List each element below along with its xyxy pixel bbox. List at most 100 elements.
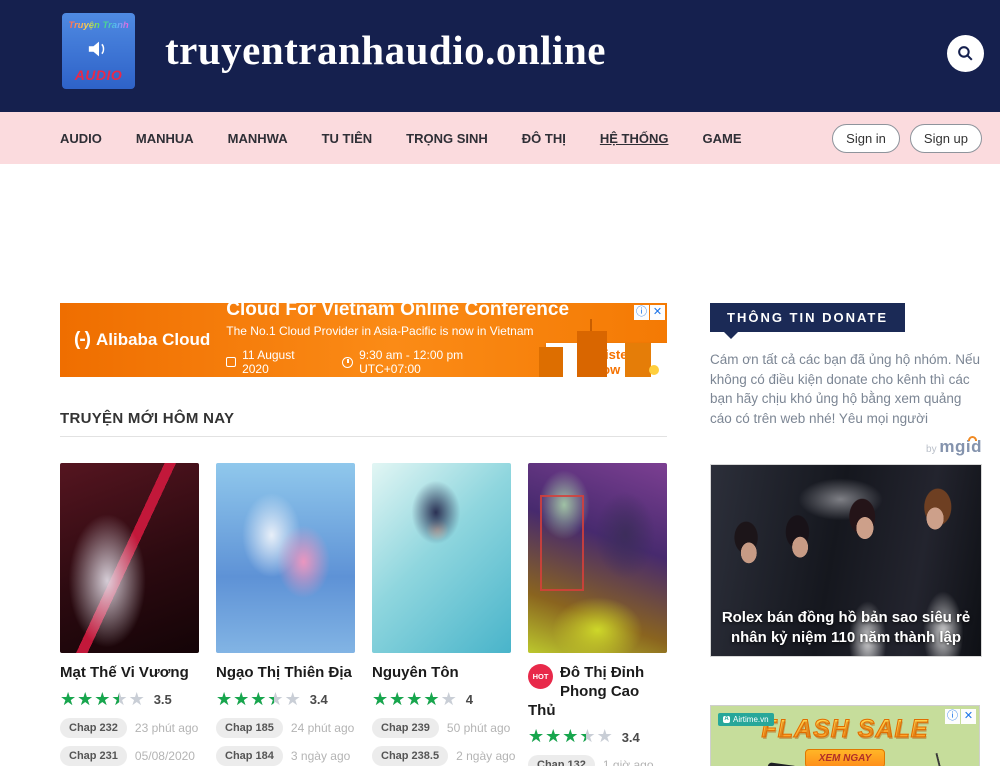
ad-time: 9:30 am - 12:00 pm UTC+07:00 <box>359 348 524 376</box>
donate-heading: THÔNG TIN DONATE <box>710 303 905 332</box>
advertiser-name: Airtime.vn <box>733 715 769 724</box>
site-logo[interactable]: Truyện Tranh AUDIO <box>62 13 135 89</box>
speaker-icon <box>87 39 111 59</box>
nav-item-do-thi[interactable]: ĐÔ THỊ <box>522 131 566 146</box>
alibaba-cloud-logo: (-) Alibaba Cloud <box>60 329 222 351</box>
search-icon <box>956 44 975 63</box>
comic-card-grid: Mạt Thế Vi Vương ★★★★★★★★★★ 3.5 Chap 232… <box>60 463 667 766</box>
alibaba-brand-name: Alibaba Cloud <box>96 330 210 350</box>
tree-icon <box>649 365 659 375</box>
sign-in-button[interactable]: Sign in <box>832 124 900 153</box>
chapter-chip[interactable]: Chap 231 <box>60 746 127 766</box>
chapter-time: 23 phút ago <box>135 721 198 735</box>
comic-card: Mạt Thế Vi Vương ★★★★★★★★★★ 3.5 Chap 232… <box>60 463 199 766</box>
chapter-row: Chap 239 50 phút ago <box>372 718 511 738</box>
comic-title[interactable]: Nguyên Tôn <box>372 664 511 683</box>
comic-title[interactable]: HOT Đô Thị Đỉnh Phong Cao Thủ <box>528 664 667 720</box>
chapter-time: 2 ngày ago <box>456 749 515 763</box>
nav-item-he-thong[interactable]: HỆ THỐNG <box>600 131 669 146</box>
advertiser-badge: A Airtime.vn <box>718 713 774 726</box>
main-nav: AUDIO MANHUA MANHWA TU TIÊN TRỌNG SINH Đ… <box>0 112 1000 164</box>
mgid-by-label: by <box>926 444 937 455</box>
nav-item-game[interactable]: GAME <box>702 131 741 146</box>
chapter-chip[interactable]: Chap 184 <box>216 746 283 766</box>
nav-item-tu-tien[interactable]: TU TIÊN <box>322 131 373 146</box>
nav-item-audio[interactable]: AUDIO <box>60 131 102 146</box>
auth-buttons: Sign in Sign up <box>832 124 982 153</box>
star-rating-icons: ★★★★★★★★★★ <box>528 727 614 747</box>
rating-value: 4 <box>466 692 473 707</box>
chapter-chip[interactable]: Chap 239 <box>372 718 439 738</box>
clock-icon <box>342 357 353 368</box>
xem-ngay-button[interactable]: XEM NGAY <box>805 749 885 766</box>
ad-date: 11 August 2020 <box>242 348 322 376</box>
chapter-chip[interactable]: Chap 185 <box>216 718 283 738</box>
chapter-row: Chap 232 23 phút ago <box>60 718 199 738</box>
donate-text: Cám ơn tất cả các bạn đã ủng hộ nhóm. Nế… <box>710 350 982 428</box>
comic-cover[interactable] <box>216 463 355 653</box>
section-title: TRUYỆN MỚI HÔM NAY <box>60 410 667 427</box>
mgid-attribution[interactable]: by mgid <box>710 437 982 457</box>
nav-item-manhwa[interactable]: MANHWA <box>228 131 288 146</box>
comic-card: Ngạo Thị Thiên Địa ★★★★★★★★★★ 3.4 Chap 1… <box>216 463 355 766</box>
star-rating-icons: ★★★★★★★★★★ <box>372 690 458 710</box>
hot-badge: HOT <box>528 664 553 689</box>
ad-close-icon[interactable]: ✕ <box>961 709 976 724</box>
advertiser-mark-icon: A <box>723 716 730 723</box>
calendar-icon <box>226 357 236 367</box>
chapter-chip[interactable]: Chap 232 <box>60 718 127 738</box>
ad-close-icon[interactable]: ✕ <box>650 305 665 320</box>
ad-choice-controls: ⓘ ✕ <box>945 709 976 724</box>
chapter-row: Chap 185 24 phút ago <box>216 718 355 738</box>
chapter-row: Chap 238.5 2 ngày ago <box>372 746 511 766</box>
sidebar: THÔNG TIN DONATE Cám ơn tất cả các bạn đ… <box>710 164 982 766</box>
ad-info-icon[interactable]: ⓘ <box>634 305 649 320</box>
comic-card: Nguyên Tôn ★★★★★★★★★★ 4 Chap 239 50 phút… <box>372 463 511 766</box>
chapter-time: 05/08/2020 <box>135 749 195 763</box>
chapter-chip[interactable]: Chap 132 <box>528 755 595 766</box>
chapter-time: 3 ngày ago <box>291 749 350 763</box>
page-title: truyentranhaudio.online <box>165 26 606 74</box>
main-column: (-) Alibaba Cloud Cloud For Vietnam Onli… <box>60 164 667 766</box>
section-divider <box>60 436 667 437</box>
ad-info-icon[interactable]: ⓘ <box>945 709 960 724</box>
rating-value: 3.4 <box>310 692 328 707</box>
mgid-logo: mgid <box>939 437 982 456</box>
city-illustration <box>537 319 655 377</box>
content-area: (-) Alibaba Cloud Cloud For Vietnam Onli… <box>0 164 1000 766</box>
rating-row: ★★★★★★★★★★ 3.5 <box>60 690 199 710</box>
comic-card: HOT Đô Thị Đỉnh Phong Cao Thủ ★★★★★★★★★★… <box>528 463 667 766</box>
mgid-arc-icon <box>968 436 977 441</box>
comic-title[interactable]: Ngạo Thị Thiên Địa <box>216 664 355 683</box>
logo-audio-label: AUDIO <box>75 67 123 83</box>
site-header: Truyện Tranh AUDIO truyentranhaudio.onli… <box>0 0 1000 112</box>
chapter-row: Chap 231 05/08/2020 <box>60 746 199 766</box>
rating-value: 3.5 <box>154 692 172 707</box>
chapter-row: Chap 184 3 ngày ago <box>216 746 355 766</box>
chapter-time: 24 phút ago <box>291 721 354 735</box>
comic-cover[interactable] <box>372 463 511 653</box>
chapter-chip[interactable]: Chap 238.5 <box>372 746 448 766</box>
chapter-row: Chap 132 1 giờ ago <box>528 755 667 766</box>
flash-sale-ad[interactable]: A Airtime.vn FLASH SALE XEM NGAY ⓘ ✕ <box>710 705 980 766</box>
rating-row: ★★★★★★★★★★ 4 <box>372 690 511 710</box>
star-rating-icons: ★★★★★★★★★★ <box>216 690 302 710</box>
alibaba-banner-ad[interactable]: (-) Alibaba Cloud Cloud For Vietnam Onli… <box>60 303 667 377</box>
search-button[interactable] <box>947 35 984 72</box>
comic-title[interactable]: Mạt Thế Vi Vương <box>60 664 199 683</box>
nav-item-manhua[interactable]: MANHUA <box>136 131 194 146</box>
alibaba-logo-icon: (-) <box>74 329 90 351</box>
sign-up-button[interactable]: Sign up <box>910 124 982 153</box>
logo-text: Truyện Tranh <box>68 20 128 31</box>
comic-cover[interactable] <box>60 463 199 653</box>
rating-value: 3.4 <box>622 730 640 745</box>
native-ad-image[interactable]: Rolex bán đồng hồ bản sao siêu rẻ nhân k… <box>710 464 982 657</box>
phone-image <box>762 762 798 766</box>
chapter-time: 1 giờ ago <box>603 758 654 766</box>
rating-row: ★★★★★★★★★★ 3.4 <box>528 727 667 747</box>
ad-choice-controls: ⓘ ✕ <box>634 305 665 320</box>
chapter-time: 50 phút ago <box>447 721 510 735</box>
nav-item-trong-sinh[interactable]: TRỌNG SINH <box>406 131 488 146</box>
star-rating-icons: ★★★★★★★★★★ <box>60 690 146 710</box>
comic-cover[interactable] <box>528 463 667 653</box>
